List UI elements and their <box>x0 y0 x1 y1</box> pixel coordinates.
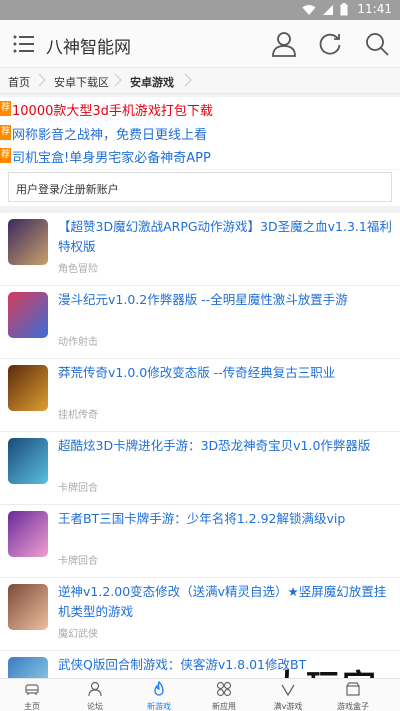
breadcrumb-android-games[interactable]: 安卓游戏 <box>130 74 174 90</box>
tab-home[interactable]: 主页 <box>1 679 63 711</box>
tab-label: 满v游戏 <box>273 702 303 711</box>
game-category: 卡牌回合 <box>58 556 98 567</box>
recommend-badge: 荐 <box>0 148 11 163</box>
user-icon[interactable] <box>271 31 297 57</box>
breadcrumb-home[interactable]: 首页 <box>8 74 30 90</box>
game-thumbnail[interactable] <box>8 511 48 557</box>
game-title[interactable]: 【超赞3D魔幻激战ARPG动作游戏】3D圣魔之血v1.3.1福利特权版 <box>58 217 394 257</box>
login-register-label: 用户登录/注册新账户 <box>16 183 119 196</box>
tab-new-games[interactable]: 新游戏 <box>128 679 190 711</box>
login-register-button[interactable]: 用户登录/注册新账户 <box>8 172 392 202</box>
game-title[interactable]: 逆神v1.2.00变态修改（送满v精灵自选）★竖屏魔幻放置挂机类型的游戏 <box>58 582 394 622</box>
list-item[interactable]: 莽荒传奇v1.0.0修改变态版 --传奇经典复古三职业 挂机传奇 <box>0 359 400 432</box>
status-bar: 11:41 <box>0 0 400 20</box>
recommend-badge: 荐 <box>0 101 11 116</box>
recommend-badge: 荐 <box>0 125 11 140</box>
status-icons <box>302 3 348 16</box>
app-title: 八神智能网 <box>46 38 131 58</box>
game-category: 动作射击 <box>58 337 98 348</box>
game-thumbnail[interactable] <box>8 584 48 630</box>
promo-links: 荐 10000款大型3d手机游戏打包下载 荐 网称影音之战神，免费日更线上看 荐… <box>0 97 400 169</box>
flame-icon <box>154 681 164 696</box>
battery-icon <box>340 3 348 16</box>
game-title[interactable]: 莽荒传奇v1.0.0修改变态版 --传奇经典复古三职业 <box>58 363 394 383</box>
breadcrumb-android-download[interactable]: 安卓下载区 <box>54 74 109 90</box>
game-thumbnail[interactable] <box>8 657 48 678</box>
vip-icon <box>281 684 295 697</box>
list-item[interactable]: 【超赞3D魔幻激战ARPG动作游戏】3D圣魔之血v1.3.1福利特权版 角色冒险 <box>0 213 400 286</box>
sofa-icon <box>25 684 39 695</box>
user-icon <box>88 681 102 697</box>
promo-text[interactable]: 网称影音之战神，免费日更线上看 <box>12 124 207 143</box>
box-icon <box>346 682 360 696</box>
tab-label: 主页 <box>24 702 40 711</box>
app-bar: 八神智能网 <box>0 20 400 68</box>
game-thumbnail[interactable] <box>8 365 48 411</box>
status-time: 11:41 <box>357 2 392 16</box>
list-item[interactable]: 漫斗纪元v1.0.2作弊器版 --全明星魔性激斗放置手游 动作射击 <box>0 286 400 359</box>
tab-game-box[interactable]: 游戏盒子 <box>322 679 384 711</box>
tab-label: 新游戏 <box>147 702 171 711</box>
tab-new-apps[interactable]: 新应用 <box>193 679 255 711</box>
tab-label: 游戏盒子 <box>337 702 369 711</box>
login-section: 用户登录/注册新账户 <box>0 170 400 206</box>
game-category: 角色冒险 <box>58 264 98 275</box>
game-thumbnail[interactable] <box>8 438 48 484</box>
menu-icon[interactable] <box>12 33 36 55</box>
promo-link[interactable]: 荐 网称影音之战神，免费日更线上看 <box>0 122 400 144</box>
tab-label: 新应用 <box>212 702 236 711</box>
tab-vip-games[interactable]: 满v游戏 <box>257 679 319 711</box>
promo-text[interactable]: 司机宝盒!单身男宅家必备神奇APP <box>12 147 211 166</box>
game-title[interactable]: 漫斗纪元v1.0.2作弊器版 --全明星魔性激斗放置手游 <box>58 290 394 310</box>
refresh-icon[interactable] <box>317 31 343 57</box>
chevron-right-icon <box>184 73 192 87</box>
game-thumbnail[interactable] <box>8 292 48 338</box>
game-thumbnail[interactable] <box>8 219 48 265</box>
list-item[interactable]: 王者BT三国卡牌手游：少年名将1.2.92解锁满级vip 卡牌回合 <box>0 505 400 578</box>
promo-link[interactable]: 荐 司机宝盒!单身男宅家必备神奇APP <box>0 145 400 167</box>
game-list: 【超赞3D魔幻激战ARPG动作游戏】3D圣魔之血v1.3.1福利特权版 角色冒险… <box>0 213 400 678</box>
list-item[interactable]: 逆神v1.2.00变态修改（送满v精灵自选）★竖屏魔幻放置挂机类型的游戏 魔幻武… <box>0 578 400 651</box>
breadcrumb: 首页 安卓下载区 安卓游戏 <box>0 68 400 94</box>
chevron-right-icon <box>38 73 46 87</box>
tab-label: 论坛 <box>87 702 103 711</box>
game-category: 卡牌回合 <box>58 483 98 494</box>
promo-link[interactable]: 荐 10000款大型3d手机游戏打包下载 <box>0 98 400 120</box>
game-category: 魔幻武侠 <box>58 629 98 640</box>
search-icon[interactable] <box>364 31 390 57</box>
bottom-tab-bar: 主页 论坛 新游戏 新应用 满v游戏 游戏盒子 <box>0 678 400 711</box>
game-title[interactable]: 王者BT三国卡牌手游：少年名将1.2.92解锁满级vip <box>58 509 394 529</box>
game-category: 挂机传奇 <box>58 410 98 421</box>
list-item[interactable]: 超酷炫3D卡牌进化手游：3D恐龙神奇宝贝v1.0作弊器版 卡牌回合 <box>0 432 400 505</box>
chevron-right-icon <box>114 73 122 87</box>
wifi-icon <box>302 4 316 15</box>
signal-icon <box>323 4 333 15</box>
promo-text[interactable]: 10000款大型3d手机游戏打包下载 <box>12 100 213 119</box>
tab-forum[interactable]: 论坛 <box>64 679 126 711</box>
game-title[interactable]: 超酷炫3D卡牌进化手游：3D恐龙神奇宝贝v1.0作弊器版 <box>58 436 394 456</box>
apps-icon <box>216 681 232 697</box>
